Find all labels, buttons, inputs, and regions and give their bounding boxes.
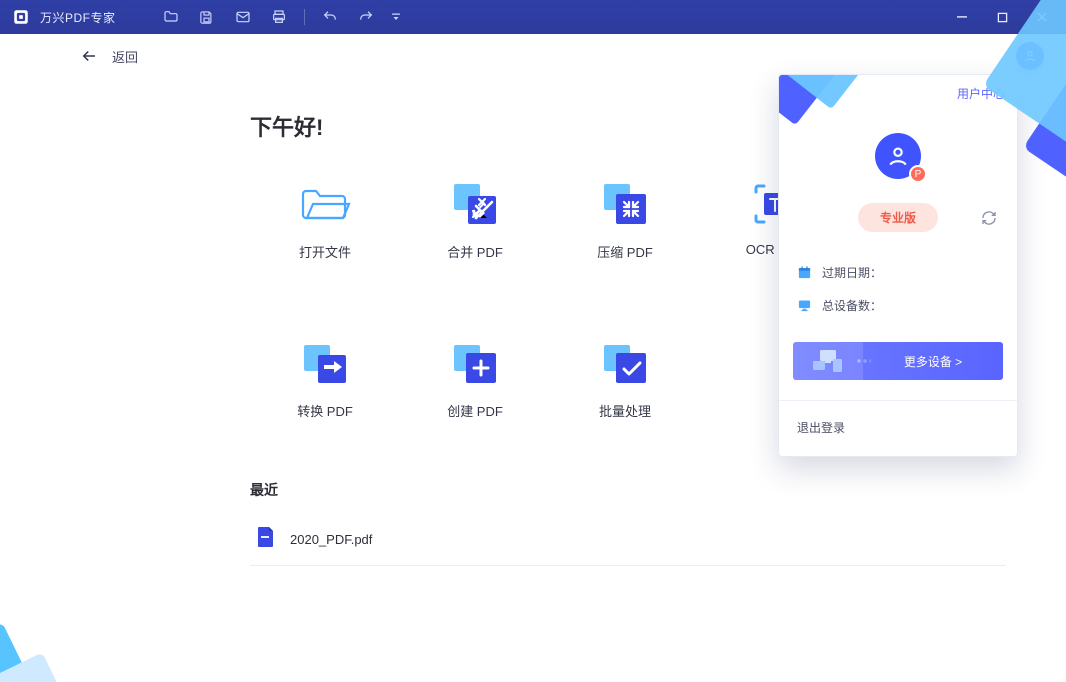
tile-create-pdf[interactable]: 创建 PDF [400, 341, 550, 420]
devices-icon [793, 342, 863, 380]
titlebar-actions [156, 5, 405, 29]
save-icon[interactable] [192, 5, 222, 29]
undo-icon[interactable] [315, 5, 345, 29]
avatar-wrap: P [779, 133, 1017, 179]
tile-merge-pdf[interactable]: 合并 PDF [400, 182, 550, 261]
tile-compress-pdf[interactable]: 压缩 PDF [550, 182, 700, 261]
titlebar: 万兴PDF专家 [0, 0, 1066, 34]
back-label: 返回 [112, 47, 138, 66]
device-count-label: 总设备数： [822, 297, 882, 314]
recent-section: 最近 2020_PDF.pdf [250, 480, 1006, 566]
user-center-link[interactable]: 用户中心 [957, 85, 1005, 102]
logout-button[interactable]: 退出登录 [779, 400, 1017, 456]
app-window: 万兴PDF专家 [0, 0, 1066, 682]
convert-icon [295, 341, 355, 385]
tile-label: 创建 PDF [447, 401, 503, 420]
avatar-badge: P [909, 165, 927, 183]
print-icon[interactable] [264, 5, 294, 29]
tile-label: 合并 PDF [447, 242, 503, 261]
merge-icon [445, 182, 505, 226]
minimize-button[interactable] [942, 0, 982, 34]
open-folder-icon[interactable] [156, 5, 186, 29]
expiry-label: 过期日期： [822, 264, 882, 281]
window-controls [942, 0, 1062, 34]
redo-icon[interactable] [351, 5, 381, 29]
more-devices-label: 更多设备 > [863, 353, 1003, 370]
tile-label: 压缩 PDF [597, 242, 653, 261]
tile-label: 转换 PDF [297, 401, 353, 420]
plan-row: 专业版 [779, 203, 1017, 232]
mail-icon[interactable] [228, 5, 258, 29]
compress-icon [595, 182, 655, 226]
tile-open-file[interactable]: 打开文件 [250, 182, 400, 261]
tile-convert-pdf[interactable]: 转换 PDF [250, 341, 400, 420]
tile-batch-process[interactable]: 批量处理 [550, 341, 700, 420]
close-button[interactable] [1022, 0, 1062, 34]
profile-chip[interactable] [1016, 42, 1044, 70]
tile-label: 批量处理 [599, 401, 651, 420]
user-center-panel: 用户中心 P 专业版 [778, 74, 1018, 457]
tile-label: 打开文件 [299, 242, 351, 261]
app-logo-icon [10, 6, 32, 28]
back-button[interactable]: 返回 [80, 47, 138, 66]
device-count-row: 总设备数： [797, 297, 999, 314]
recent-file-row[interactable]: 2020_PDF.pdf [250, 514, 1006, 566]
avatar[interactable]: P [875, 133, 921, 179]
subnav: 返回 [0, 34, 1066, 78]
batch-icon [595, 341, 655, 385]
panel-header: 用户中心 [779, 75, 1017, 103]
monitor-icon [797, 298, 812, 313]
app-title: 万兴PDF专家 [40, 9, 116, 26]
expiry-row: 过期日期： [797, 264, 999, 281]
more-dropdown-icon[interactable] [387, 5, 405, 29]
plan-badge: 专业版 [858, 203, 938, 232]
create-icon [445, 341, 505, 385]
open-file-icon [295, 182, 355, 226]
maximize-button[interactable] [982, 0, 1022, 34]
refresh-icon[interactable] [977, 206, 1001, 230]
recent-heading: 最近 [250, 480, 1006, 500]
calendar-icon [797, 265, 812, 280]
separator [304, 9, 305, 25]
recent-file-name: 2020_PDF.pdf [290, 532, 372, 547]
more-devices-button[interactable]: 更多设备 > [793, 342, 1003, 380]
pdf-file-icon [256, 526, 276, 553]
account-info: 过期日期： 总设备数： [779, 240, 1017, 324]
